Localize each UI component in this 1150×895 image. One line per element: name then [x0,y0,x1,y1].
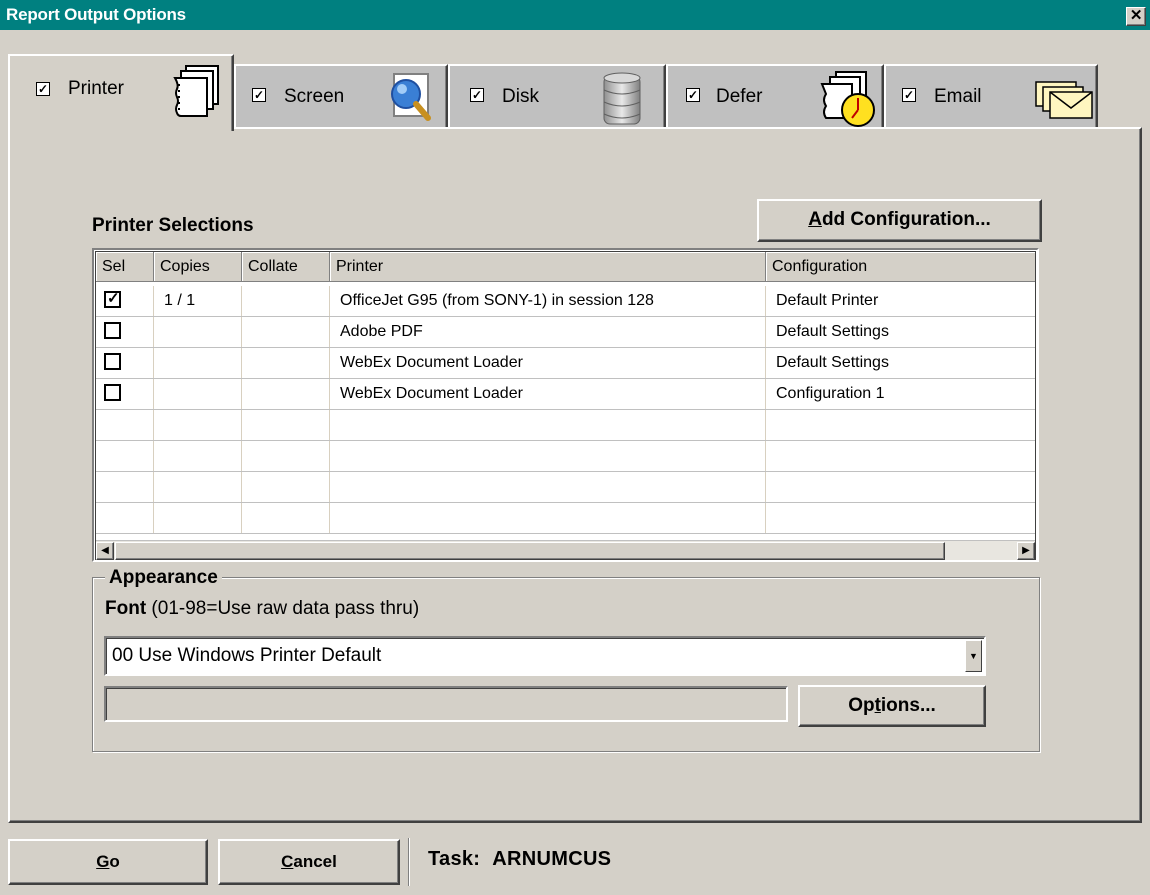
task-indicator: Task: ARNUMCUS [428,848,611,871]
envelope-icon [1035,81,1093,119]
printer-tab-checkbox[interactable]: ✓ [36,82,50,96]
tab-defer[interactable]: ✓ Defer [666,64,884,128]
disk-tab-checkbox[interactable]: ✓ [470,88,484,102]
empty-row [96,472,1035,503]
go-button[interactable]: Go [8,839,208,885]
font-label-bold: Font [105,598,147,619]
appearance-legend: Appearance [105,567,222,589]
row-copies [154,379,242,409]
go-label: o [109,852,120,871]
row-configuration: Configuration 1 [766,379,1035,409]
tab-disk-label: Disk [502,86,539,107]
row-collate [242,379,330,409]
screen-tab-checkbox[interactable]: ✓ [252,88,266,102]
font-label: Font (01-98=Use raw data pass thru) [105,598,419,620]
column-header-printer[interactable]: Printer [330,252,766,282]
add-config-accel: A [808,209,822,230]
tab-disk[interactable]: ✓ Disk [448,64,666,128]
scroll-right-button[interactable]: ▶ [1017,542,1035,560]
row-select-checkbox[interactable]: ✓ [104,289,121,308]
window-titlebar: Report Output Options ✕ [0,0,1150,30]
column-header-configuration[interactable]: Configuration [766,252,1035,282]
scroll-left-button[interactable]: ◀ [96,542,114,560]
printer-grid[interactable]: Sel Copies Collate Printer Configuration… [92,248,1039,562]
scroll-thumb[interactable] [115,542,945,560]
printer-selections-title: Printer Selections [92,215,254,236]
task-value: ARNUMCUS [492,848,612,870]
row-copies [154,348,242,378]
options-button[interactable]: Options... [798,685,986,727]
row-configuration: Default Settings [766,348,1035,378]
clock-pages-icon [820,71,875,127]
table-row[interactable]: WebEx Document Loader Default Settings [96,348,1035,379]
table-row[interactable]: WebEx Document Loader Configuration 1 [96,379,1035,410]
row-collate [242,317,330,347]
cancel-label: ancel [293,852,337,871]
empty-row [96,503,1035,534]
row-sel-cell[interactable] [96,348,154,378]
tab-email-label: Email [934,86,982,107]
arrow-right-icon: ▶ [1022,545,1030,556]
tab-screen[interactable]: ✓ Screen [234,64,448,128]
tab-screen-label: Screen [284,86,345,107]
column-header-sel[interactable]: Sel [96,252,154,282]
cancel-button[interactable]: Cancel [218,839,400,885]
row-printer: Adobe PDF [330,317,766,347]
row-collate [242,348,330,378]
font-select-dropdown-button[interactable]: ▼ [965,640,982,672]
table-row[interactable]: Adobe PDF Default Settings [96,317,1035,348]
row-sel-cell[interactable] [96,379,154,409]
printer-grid-inner: Sel Copies Collate Printer Configuration… [95,251,1036,560]
tab-printer[interactable]: ✓ Printer [8,54,234,131]
empty-row [96,410,1035,441]
row-copies: 1 / 1 [154,286,242,316]
go-accel: G [96,852,110,871]
font-description-field [104,686,788,722]
tab-defer-label: Defer [716,86,763,107]
magnifier-icon [391,73,431,121]
row-printer: OfficeJet G95 (from SONY-1) in session 1… [330,286,766,316]
row-sel-cell[interactable] [96,317,154,347]
row-copies [154,317,242,347]
horizontal-scrollbar[interactable]: ◀ ▶ [96,540,1035,560]
check-icon: ✓ [107,289,120,307]
empty-row [96,441,1035,472]
task-label: Task: [428,848,481,870]
tab-email[interactable]: ✓ Email [884,64,1098,128]
row-configuration: Default Printer [766,286,1035,316]
grid-header: Sel Copies Collate Printer Configuration [96,252,1035,282]
options-label-pre: Op [848,695,875,716]
font-label-hint: (01-98=Use raw data pass thru) [146,598,420,619]
chevron-down-icon: ▼ [969,651,978,661]
printer-pages-icon [173,65,219,117]
add-config-label: dd Configuration... [821,209,991,230]
row-select-checkbox[interactable] [104,352,121,370]
row-select-checkbox[interactable] [104,383,121,401]
database-icon [603,72,641,125]
window-title: Report Output Options [6,5,186,24]
cancel-accel: C [281,852,294,871]
row-sel-cell[interactable]: ✓ [96,286,154,316]
close-icon: ✕ [1129,7,1143,24]
row-select-checkbox[interactable] [104,321,121,339]
column-header-collate[interactable]: Collate [242,252,330,282]
footer-separator [408,838,410,886]
defer-tab-checkbox[interactable]: ✓ [686,88,700,102]
row-configuration: Default Settings [766,317,1035,347]
close-button[interactable]: ✕ [1126,7,1146,26]
row-collate [242,286,330,316]
arrow-left-icon: ◀ [101,545,109,556]
table-row[interactable]: ✓ 1 / 1 OfficeJet G95 (from SONY-1) in s… [96,286,1035,317]
email-tab-checkbox[interactable]: ✓ [902,88,916,102]
tab-printer-label: Printer [68,78,124,99]
column-header-copies[interactable]: Copies [154,252,242,282]
row-printer: WebEx Document Loader [330,348,766,378]
font-select-value: 00 Use Windows Printer Default [112,645,382,666]
row-printer: WebEx Document Loader [330,379,766,409]
font-select[interactable]: 00 Use Windows Printer Default ▼ [104,636,986,676]
options-label-post: ions... [880,695,936,716]
add-configuration-button[interactable]: Add Configuration... [757,199,1042,242]
